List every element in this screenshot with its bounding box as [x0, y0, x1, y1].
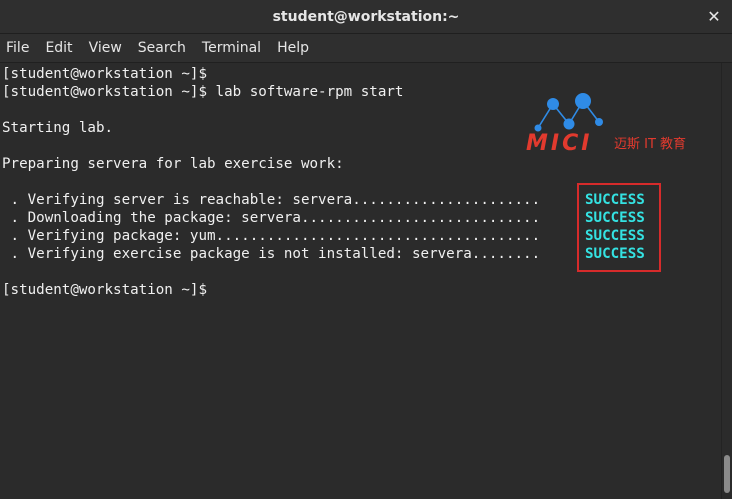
close-icon[interactable]: ✕ — [704, 7, 724, 27]
menu-search[interactable]: Search — [130, 34, 194, 63]
terminal-line: . Verifying exercise package is not inst… — [2, 246, 541, 262]
terminal-line: [student@workstation ~]$ lab software-rp… — [2, 84, 404, 100]
terminal-prompt: [student@workstation ~]$ — [2, 282, 207, 298]
menu-file[interactable]: File — [0, 34, 37, 63]
window-title: student@workstation:~ — [272, 9, 460, 25]
watermark-brand: MICI — [526, 131, 592, 154]
menu-help[interactable]: Help — [269, 34, 317, 63]
terminal-line: Preparing servera for lab exercise work: — [2, 156, 344, 172]
menu-view[interactable]: View — [81, 34, 130, 63]
window-titlebar[interactable]: student@workstation:~ ✕ — [0, 0, 732, 34]
terminal-line: . Downloading the package: servera......… — [2, 210, 541, 226]
menu-edit[interactable]: Edit — [37, 34, 80, 63]
terminal-line: Starting lab. — [2, 120, 114, 136]
mici-watermark: MICI 迈斯 IT 教育 — [524, 92, 704, 156]
watermark-logo-icon: MICI 迈斯 IT 教育 — [526, 93, 686, 156]
watermark-tagline: 迈斯 IT 教育 — [614, 136, 686, 152]
menu-terminal[interactable]: Terminal — [194, 34, 269, 63]
menu-bar: File Edit View Search Terminal Help — [0, 34, 732, 63]
terminal-line: [student@workstation ~]$ — [2, 66, 207, 82]
success-highlight-box — [577, 183, 661, 272]
scrollbar-thumb[interactable] — [724, 455, 730, 493]
terminal-line: . Verifying server is reachable: servera… — [2, 192, 541, 208]
terminal-scrollbar[interactable] — [721, 63, 732, 499]
terminal-line: . Verifying package: yum................… — [2, 228, 541, 244]
